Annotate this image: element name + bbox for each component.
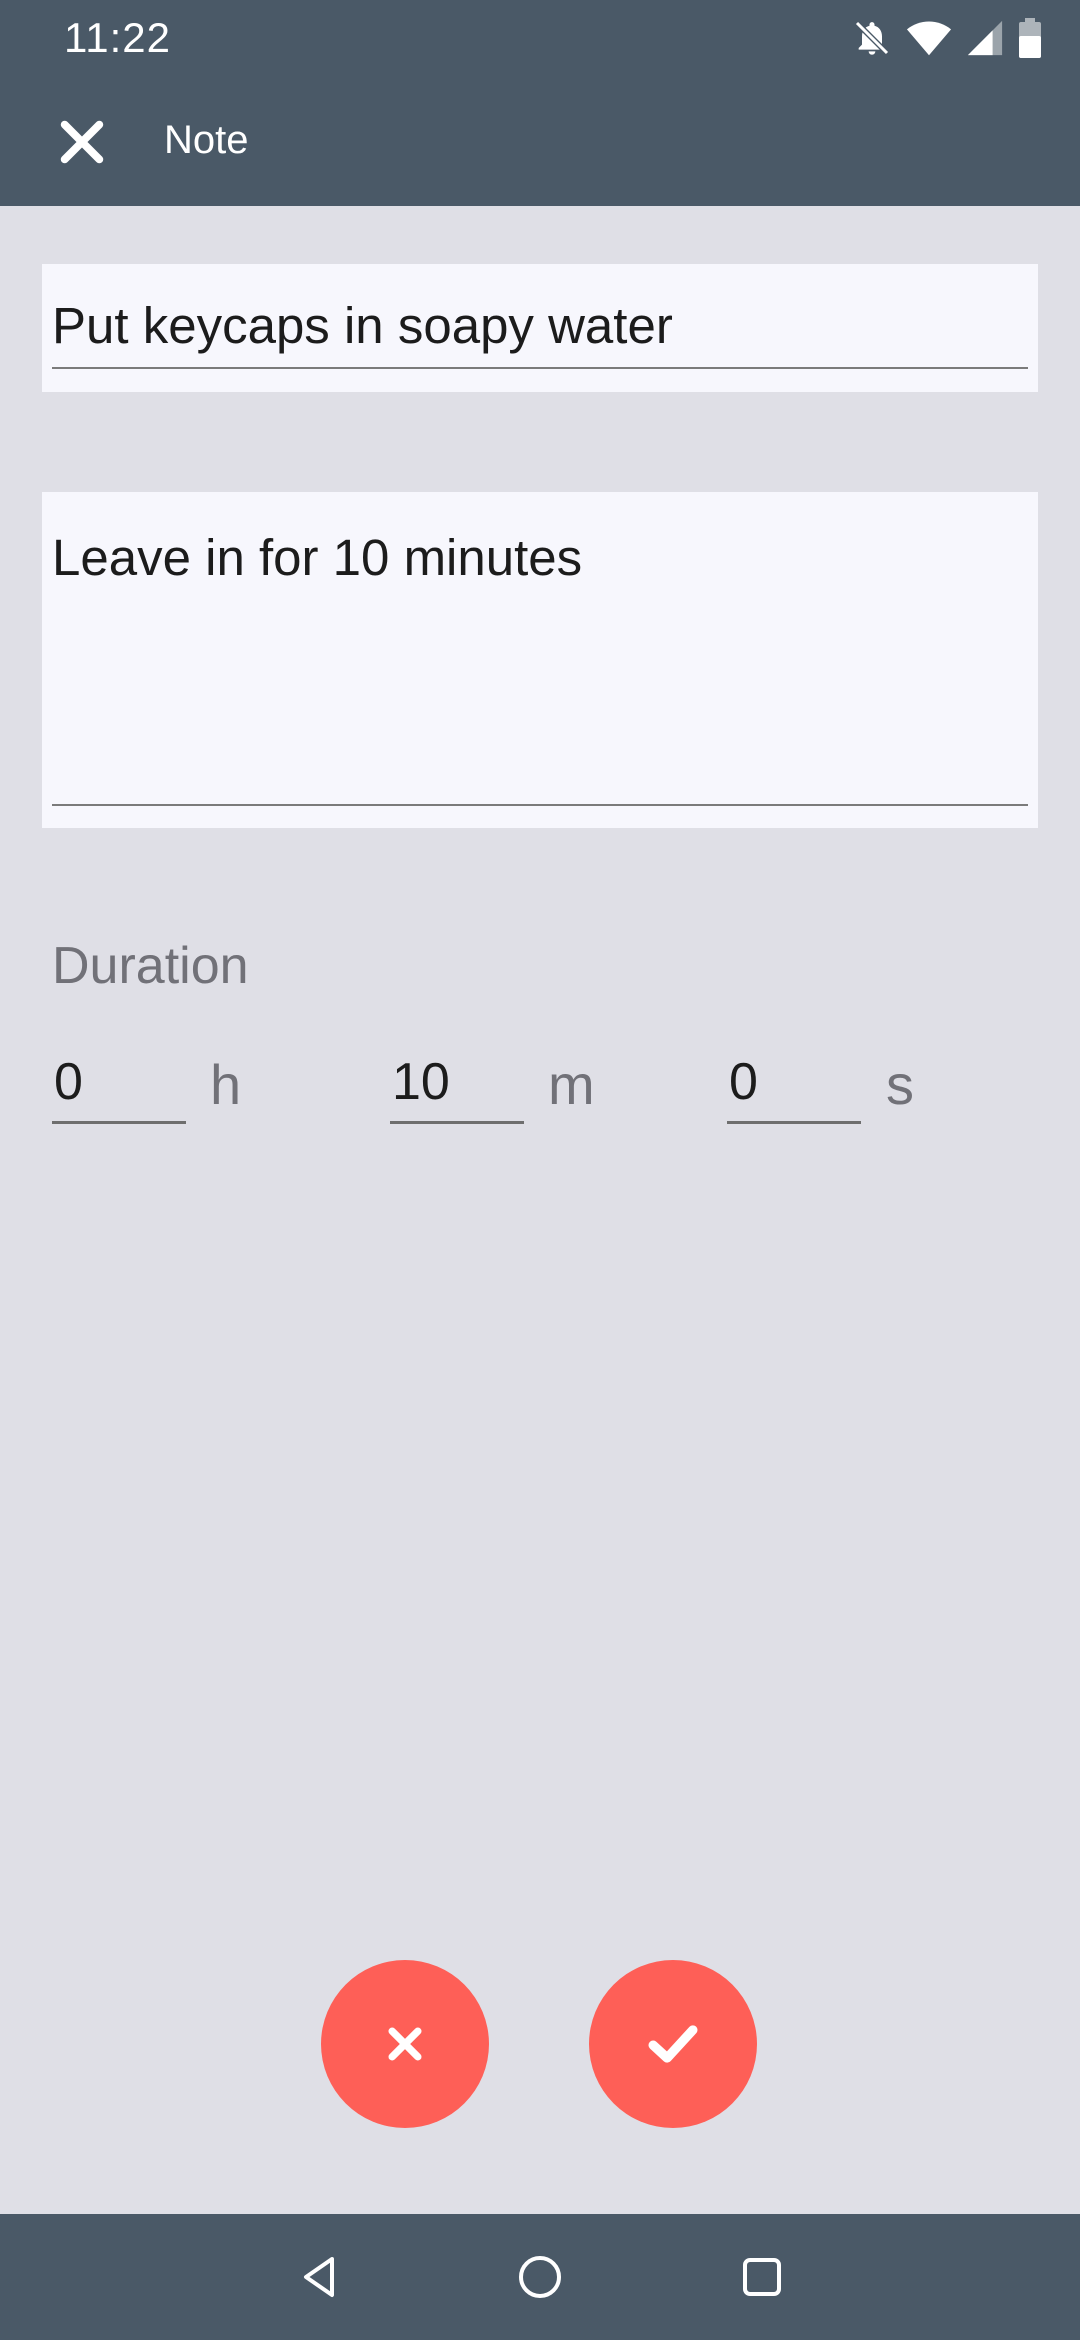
app-bar: Note (0, 78, 1080, 206)
hours-value[interactable]: 0 (54, 1052, 83, 1112)
cancel-button[interactable] (321, 1960, 489, 2128)
check-icon (648, 2025, 698, 2063)
nav-back-button[interactable] (284, 2241, 356, 2313)
close-icon (60, 120, 104, 164)
duration-label: Duration (52, 937, 249, 995)
confirm-button[interactable] (589, 1960, 757, 2128)
minutes-underline (390, 1121, 524, 1124)
page-title: Note (164, 118, 249, 162)
wifi-icon (906, 18, 952, 58)
seconds-input[interactable]: 0 (727, 1050, 861, 1124)
note-description-value[interactable]: Leave in for 10 minutes (52, 528, 582, 587)
back-triangle-icon (304, 2257, 334, 2297)
note-title-value[interactable]: Put keycaps in soapy water (52, 296, 673, 355)
hours-input[interactable]: 0 (52, 1050, 186, 1124)
navigation-bar (0, 2214, 1080, 2340)
recents-square-icon (743, 2258, 781, 2296)
bell-off-icon (852, 18, 892, 58)
close-button[interactable] (46, 106, 118, 178)
hours-unit: h (210, 1053, 242, 1116)
seconds-underline (727, 1121, 861, 1124)
note-description-underline (52, 804, 1028, 806)
minutes-value[interactable]: 10 (392, 1052, 450, 1112)
home-circle-icon (519, 2256, 561, 2298)
note-description-field[interactable]: Leave in for 10 minutes (42, 492, 1038, 828)
status-time: 11:22 (64, 14, 171, 61)
minutes-unit: m (548, 1053, 595, 1116)
battery-icon (1018, 18, 1042, 58)
seconds-unit: s (886, 1053, 914, 1116)
status-bar: 11:22 (0, 0, 1080, 78)
minutes-input[interactable]: 10 (390, 1050, 524, 1124)
signal-icon (966, 18, 1004, 58)
close-icon (388, 2027, 422, 2061)
nav-recents-button[interactable] (726, 2241, 798, 2313)
note-title-underline (52, 367, 1028, 369)
nav-home-button[interactable] (504, 2241, 576, 2313)
note-title-field[interactable]: Put keycaps in soapy water (42, 264, 1038, 392)
seconds-value[interactable]: 0 (729, 1052, 758, 1112)
status-icons (852, 18, 1042, 58)
hours-underline (52, 1121, 186, 1124)
